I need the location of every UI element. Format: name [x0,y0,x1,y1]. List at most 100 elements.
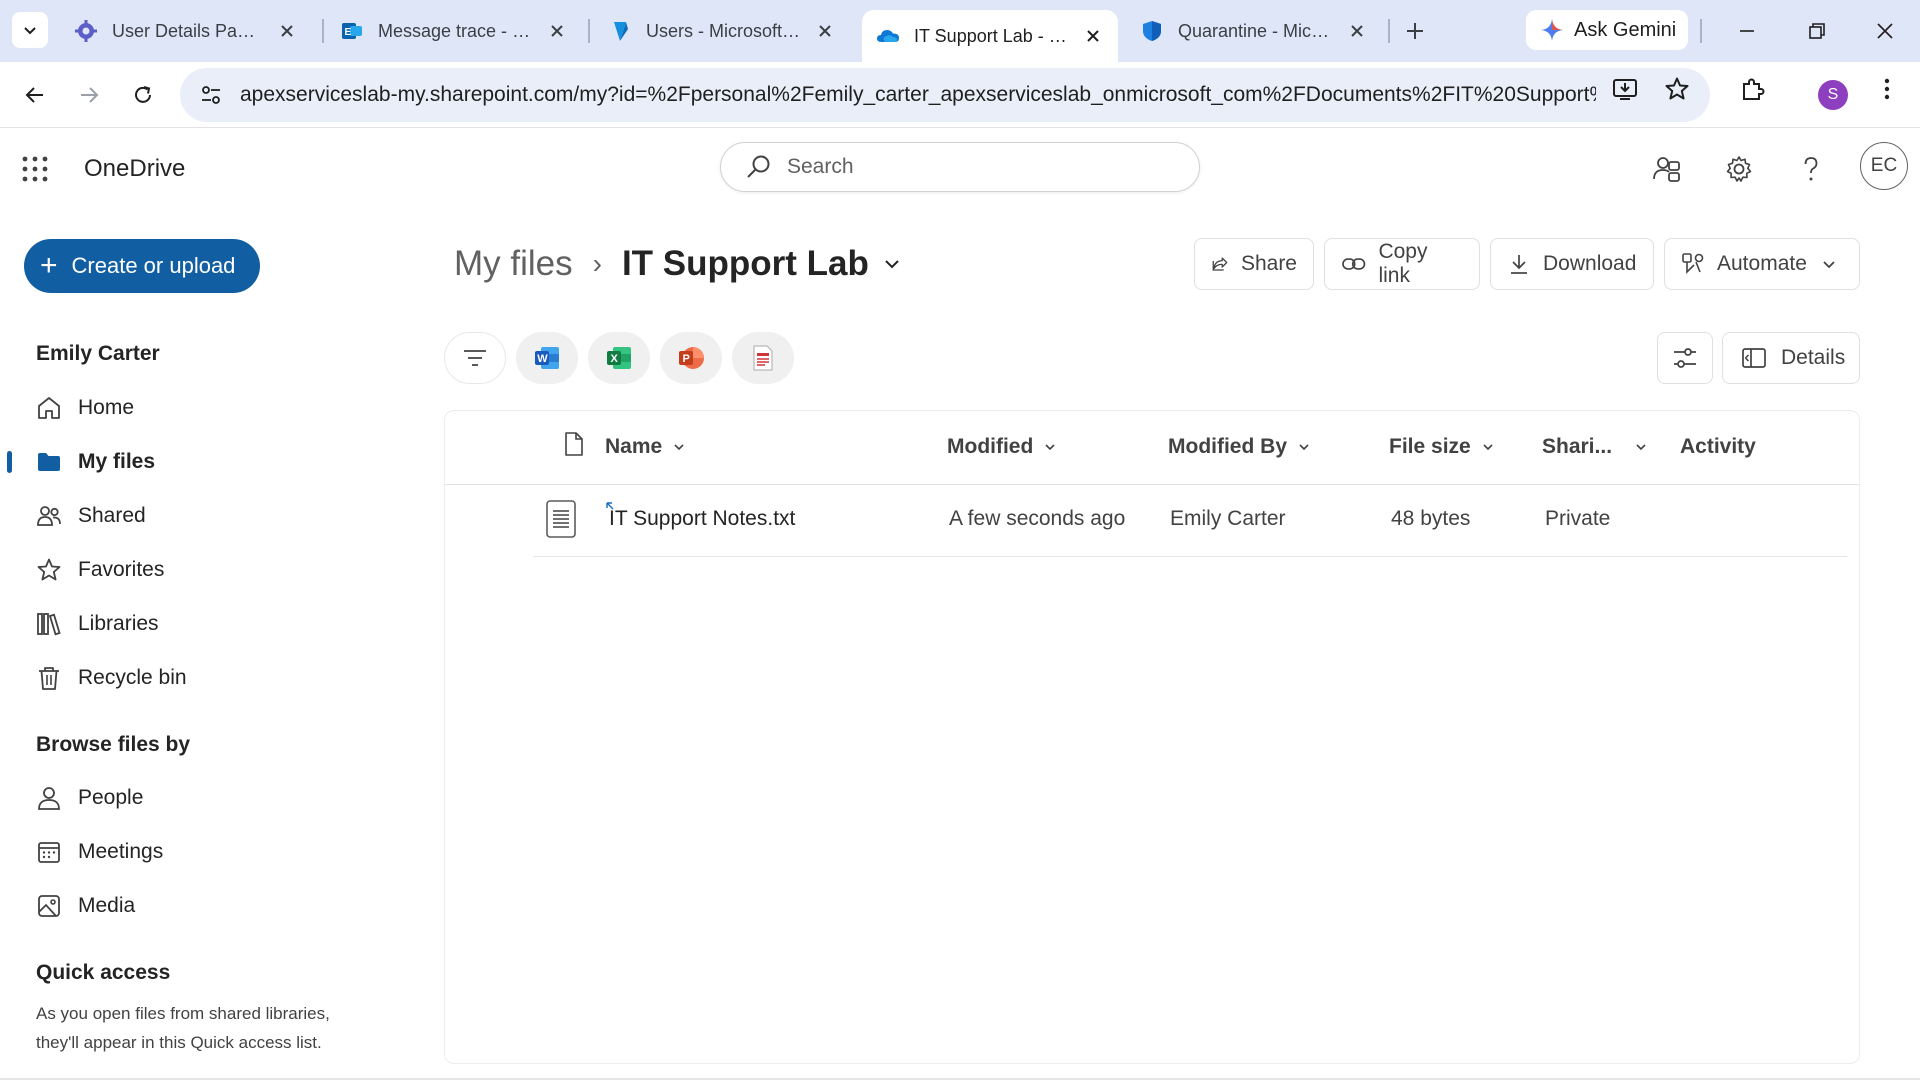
app-name[interactable]: OneDrive [84,155,185,183]
url-text[interactable]: apexserviceslab-my.sharepoint.com/my?id=… [240,83,1596,107]
modified-by-column-header[interactable]: Modified By [1168,435,1311,459]
ask-gemini-button[interactable]: Ask Gemini [1526,10,1688,50]
search-input[interactable] [787,155,1167,179]
browser-menu-button[interactable] [1870,72,1904,106]
filter-powerpoint-button[interactable]: P [660,332,722,384]
arrow-right-icon [81,87,99,103]
create-or-upload-button[interactable]: + Create or upload [24,239,260,293]
nav-item-recycle-bin[interactable]: Recycle bin [36,656,356,700]
nav-item-home[interactable]: Home [36,386,356,430]
filter-excel-button[interactable]: X [588,332,650,384]
filter-button[interactable] [444,332,506,384]
new-tab-button[interactable] [1398,14,1432,48]
details-pane-button[interactable]: Details [1722,332,1860,384]
file-modified-by[interactable]: Emily Carter [1170,507,1286,531]
browser-tab-it-support-lab[interactable]: IT Support Lab - One [862,10,1118,62]
copy-link-button[interactable]: Copy link [1324,238,1480,290]
settings-button[interactable] [1720,150,1758,188]
gear-icon [1726,156,1752,182]
site-info-button[interactable] [194,78,228,112]
close-icon [1877,23,1893,39]
browser-tab-user-details[interactable]: User Details Panel - [60,10,312,52]
svg-text:W: W [537,353,548,365]
search-box[interactable] [720,142,1200,192]
nav-item-people[interactable]: People [36,776,356,820]
breadcrumb-my-files[interactable]: My files [454,244,573,284]
chevron-down-icon [1823,261,1835,269]
modified-column-header[interactable]: Modified [947,435,1057,459]
close-icon[interactable] [546,20,568,42]
minimize-button[interactable] [1730,14,1764,48]
table-row[interactable]: IT Support Notes.txt A few seconds ago E… [533,485,1847,557]
chevron-down-icon [1483,444,1493,451]
account-avatar[interactable]: EC [1860,142,1908,190]
tab-search-button[interactable] [12,12,48,48]
nav-item-media[interactable]: Media [36,884,356,928]
close-icon[interactable] [276,20,298,42]
breadcrumb-current-folder[interactable]: IT Support Lab [622,244,869,284]
nav-item-shared[interactable]: Shared [36,494,356,538]
column-label: Modified [947,435,1034,458]
browser-tab-quarantine[interactable]: Quarantine - Micros [1126,10,1382,52]
reload-button[interactable] [124,76,162,114]
install-app-button[interactable] [1608,72,1642,106]
automate-button[interactable]: Automate [1664,238,1860,290]
extensions-button[interactable] [1736,72,1770,106]
view-options-button[interactable] [1657,332,1713,384]
help-icon [1804,157,1818,181]
download-label: Download [1543,252,1637,275]
trash-icon [39,667,59,690]
tab-divider [588,19,590,43]
my-day-button[interactable] [1648,150,1686,188]
excel-icon: X [607,347,631,369]
tune-icon [202,86,220,104]
file-type-column-header[interactable] [553,431,585,457]
share-button[interactable]: Share [1194,238,1314,290]
restore-button[interactable] [1800,14,1834,48]
tab-divider [1388,19,1390,43]
activity-column-header: Activity [1680,435,1756,459]
nav-item-favorites[interactable]: Favorites [36,548,356,592]
bookmark-button[interactable] [1660,72,1694,106]
close-icon[interactable] [814,20,836,42]
file-sharing-status[interactable]: Private [1545,507,1610,531]
text-file-icon [546,500,576,538]
app-launcher-button[interactable] [18,152,52,186]
nav-item-label: Home [78,396,135,419]
name-column-header[interactable]: Name [605,435,686,459]
filter-word-button[interactable]: W [516,332,578,384]
nav-item-my-files[interactable]: My files [36,440,356,484]
file-size: 48 bytes [1391,507,1471,530]
file-list-header: Name Modified Modified By File size Shar… [445,411,1859,485]
person-icon [38,787,60,810]
sharing-column-header[interactable]: Shari... [1542,435,1648,459]
chevron-down-icon[interactable] [883,255,901,273]
close-icon[interactable] [1082,25,1104,47]
nav-item-meetings[interactable]: Meetings [36,830,356,874]
filter-pdf-button[interactable] [732,332,794,384]
browser-tab-users[interactable]: Users - Microsoft En [594,10,850,52]
nav-item-label: People [78,786,144,809]
file-name-link[interactable]: IT Support Notes.txt [609,507,795,531]
browser-tab-message-trace[interactable]: E Message trace - Exch [326,10,582,52]
close-icon[interactable] [1346,20,1368,42]
people-settings-icon [1653,157,1680,182]
minimize-icon [1740,30,1754,32]
address-bar[interactable]: apexserviceslab-my.sharepoint.com/my?id=… [180,68,1710,122]
download-button[interactable]: Download [1490,238,1654,290]
quick-access-description: As you open files from shared libraries,… [36,1004,330,1052]
tab-title: IT Support Lab - One [914,25,1070,46]
app-header: OneDrive EC [0,128,1920,210]
help-button[interactable] [1792,150,1830,188]
browser-profile-avatar[interactable]: S [1818,80,1848,110]
star-icon [1665,77,1689,100]
nav-item-label: Favorites [78,558,165,581]
gemini-sparkle-icon [1541,19,1563,41]
forward-button[interactable] [70,76,108,114]
nav-item-libraries[interactable]: Libraries [36,602,356,646]
download-icon [1511,255,1527,274]
star-icon [37,558,61,581]
close-window-button[interactable] [1868,14,1902,48]
file-size-column-header[interactable]: File size [1389,435,1495,459]
back-button[interactable] [16,76,54,114]
